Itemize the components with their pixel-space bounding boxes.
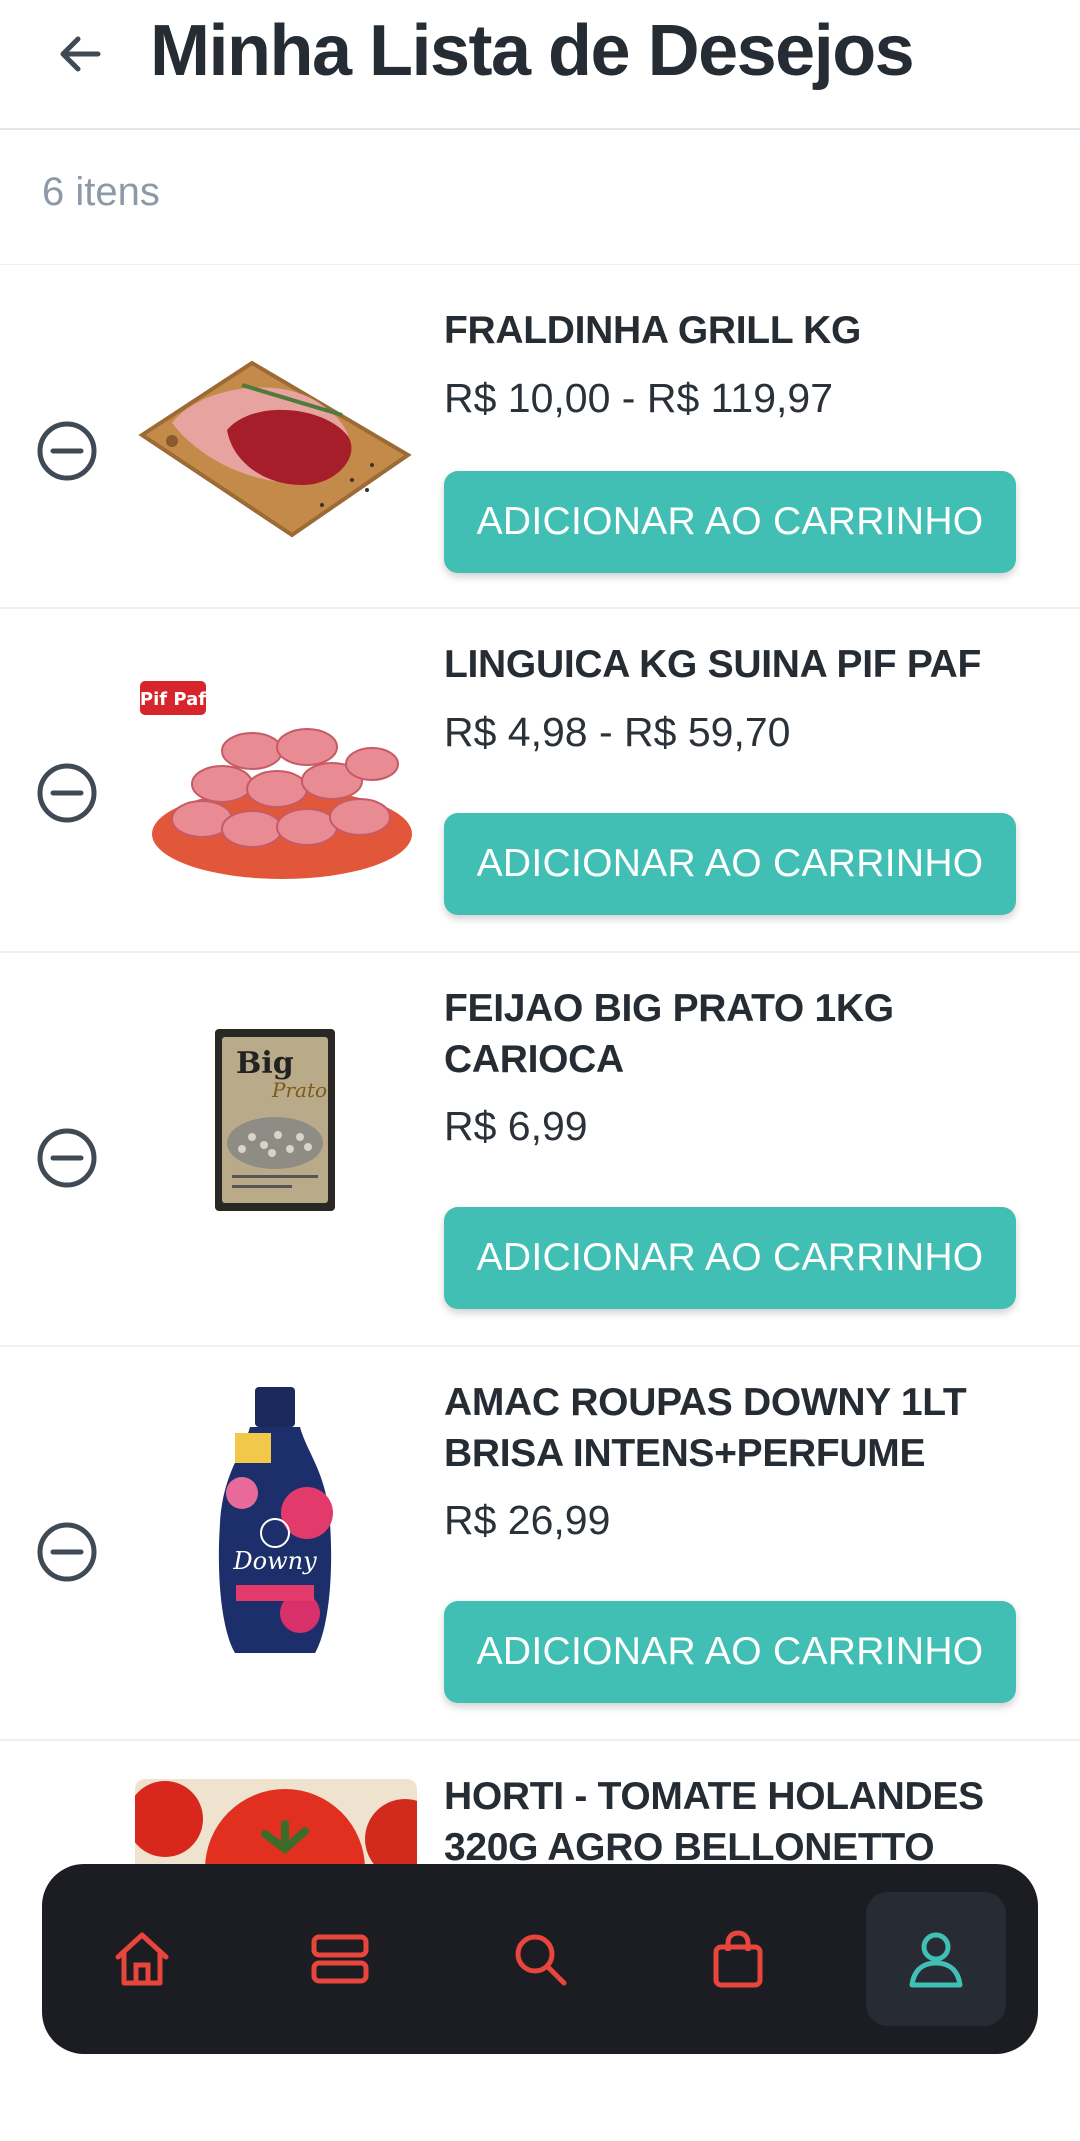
sausages-image: Pif Paf <box>140 681 412 879</box>
remove-item-button[interactable] <box>36 1521 98 1583</box>
list-item: FRALDINHA GRILL KG R$ 10,00 - R$ 119,97 … <box>0 265 1080 609</box>
svg-text:Downy: Downy <box>232 1547 317 1575</box>
product-name[interactable]: AMAC ROUPAS DOWNY 1LT BRISA INTENS+PERFU… <box>444 1377 1044 1479</box>
svg-text:Big: Big <box>236 1046 294 1081</box>
app-header: Minha Lista de Desejos <box>0 0 1080 130</box>
item-count-bar: 6 itens <box>0 130 1080 266</box>
minus-circle-icon <box>37 1522 97 1582</box>
remove-item-button[interactable] <box>36 762 98 824</box>
product-price: R$ 10,00 - R$ 119,97 <box>444 375 833 421</box>
product-image[interactable] <box>132 345 418 545</box>
shopping-bag-icon <box>713 1930 763 1988</box>
product-image[interactable]: Downy <box>132 1383 418 1663</box>
bottom-navigation <box>42 1864 1038 2054</box>
list-item: Downy AMAC ROUPAS DOWNY 1LT BRISA INTENS… <box>0 1347 1080 1741</box>
remove-item-button[interactable] <box>36 1127 98 1189</box>
page-title: Minha Lista de Desejos <box>150 11 915 91</box>
nav-cart[interactable] <box>668 1892 808 2026</box>
product-price: R$ 4,98 - R$ 59,70 <box>444 709 791 755</box>
svg-text:Pif Paf: Pif Paf <box>140 689 206 710</box>
nav-search[interactable] <box>470 1892 610 2026</box>
product-image[interactable]: Pif Paf <box>132 669 418 889</box>
beef-cut-image <box>138 360 412 538</box>
add-to-cart-button[interactable]: ADICIONAR AO CARRINHO <box>444 471 1016 573</box>
remove-item-button[interactable] <box>36 420 98 482</box>
product-price: R$ 6,99 <box>444 1103 588 1149</box>
fabric-softener-image: Downy <box>218 1387 333 1653</box>
nav-categories[interactable] <box>270 1892 410 2026</box>
add-to-cart-button[interactable]: ADICIONAR AO CARRINHO <box>444 1207 1016 1309</box>
arrow-left-icon <box>60 36 101 72</box>
nav-profile[interactable] <box>866 1892 1006 2026</box>
add-to-cart-button[interactable]: ADICIONAR AO CARRINHO <box>444 1601 1016 1703</box>
product-name[interactable]: HORTI - TOMATE HOLANDES 320G AGRO BELLON… <box>444 1771 1044 1873</box>
profile-icon <box>909 1932 963 1988</box>
minus-circle-icon <box>37 421 97 481</box>
item-count: 6 itens <box>42 170 160 214</box>
list-item: Big Prato FEIJAO BIG PRATO 1KG CARIOCA R… <box>0 953 1080 1347</box>
home-icon <box>115 1932 169 1986</box>
minus-circle-icon <box>37 1128 97 1188</box>
back-button[interactable] <box>48 22 112 86</box>
product-price: R$ 26,99 <box>444 1497 611 1543</box>
minus-circle-icon <box>37 763 97 823</box>
svg-text:Prato: Prato <box>271 1078 327 1102</box>
list-item: Pif Paf LINGUICA KG SUINA PIF PAF R$ 4,9… <box>0 609 1080 953</box>
add-to-cart-button[interactable]: ADICIONAR AO CARRINHO <box>444 813 1016 915</box>
product-name[interactable]: LINGUICA KG SUINA PIF PAF <box>444 639 1044 690</box>
product-name[interactable]: FEIJAO BIG PRATO 1KG CARIOCA <box>444 983 1044 1085</box>
bean-package-image: Big Prato <box>215 1029 335 1211</box>
search-icon <box>515 1934 567 1986</box>
nav-home[interactable] <box>72 1892 212 2026</box>
product-name[interactable]: FRALDINHA GRILL KG <box>444 305 1044 356</box>
categories-icon <box>311 1934 369 1984</box>
product-image[interactable]: Big Prato <box>132 1025 418 1215</box>
